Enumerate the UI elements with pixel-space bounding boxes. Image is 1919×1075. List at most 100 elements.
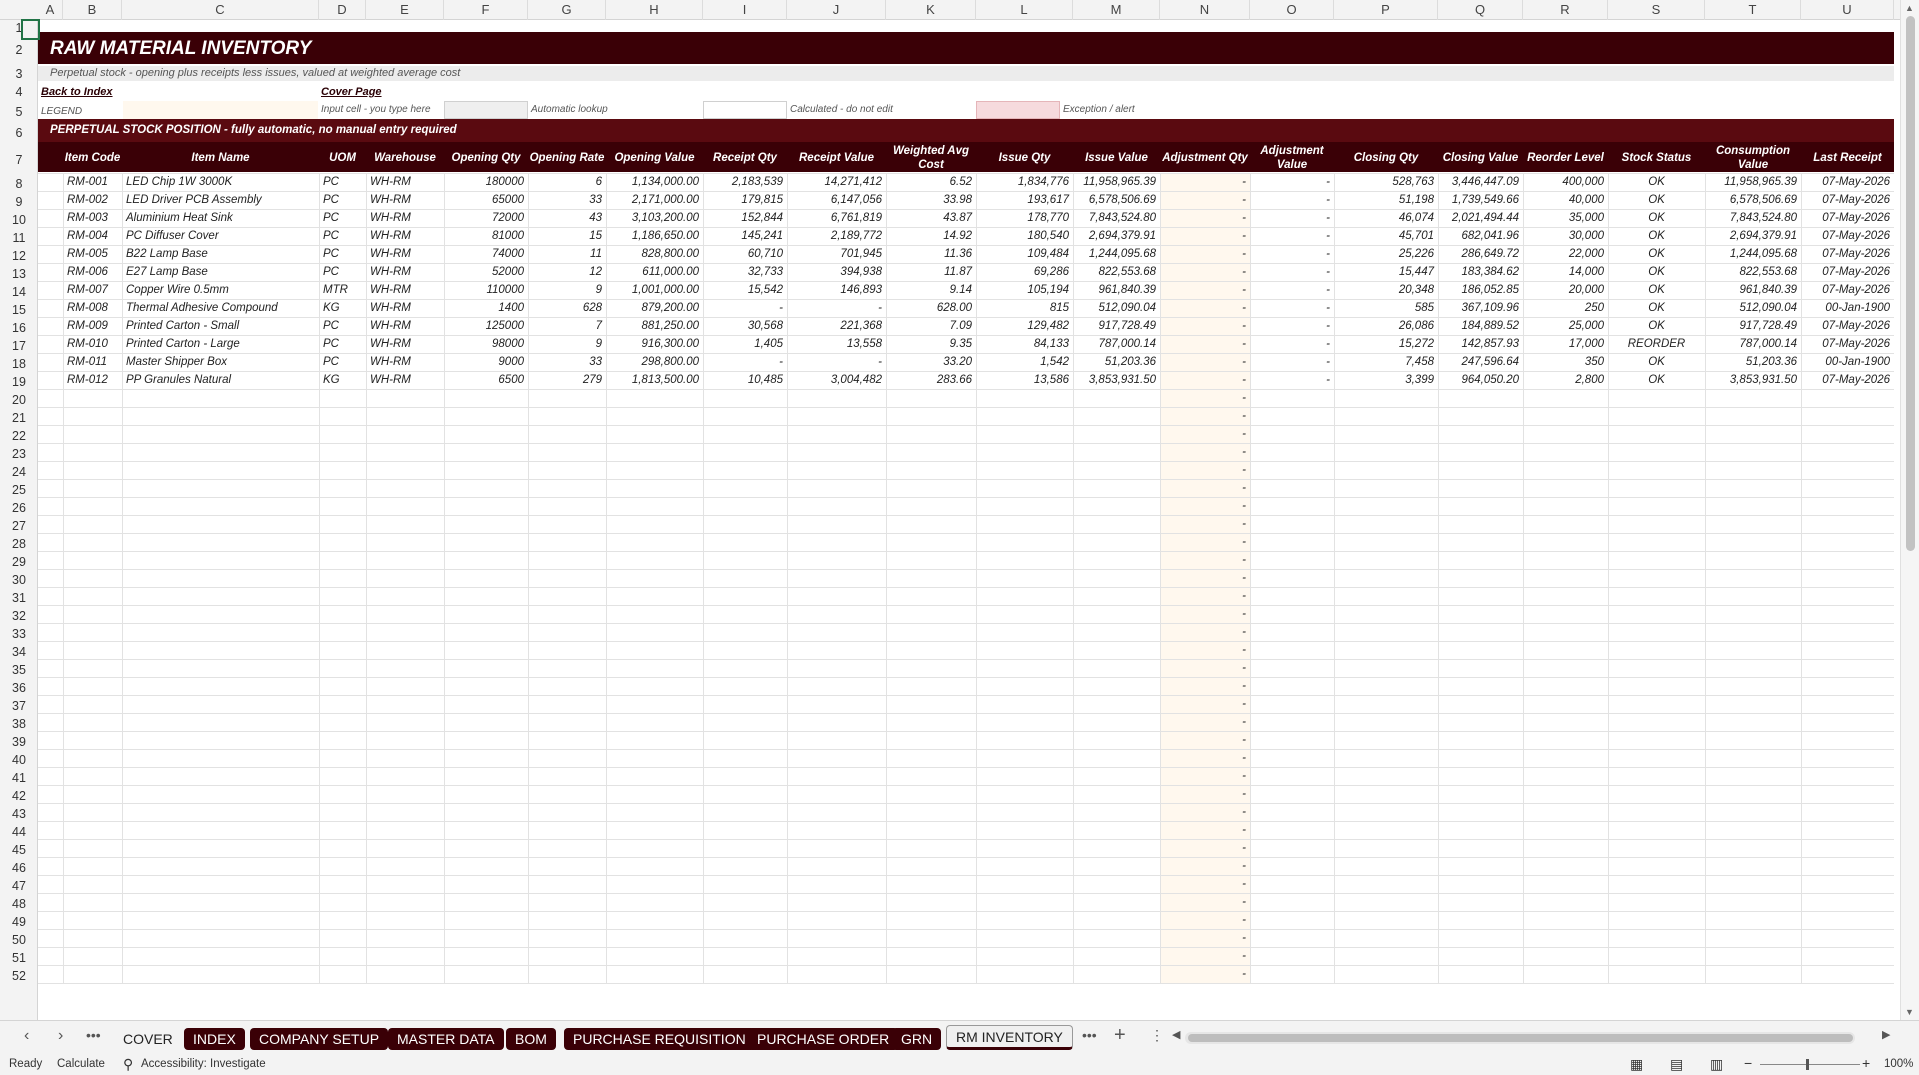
- tab-index[interactable]: INDEX: [184, 1028, 245, 1050]
- table-cell[interactable]: MTR: [319, 281, 366, 299]
- table-cell[interactable]: PC: [319, 263, 366, 281]
- table-cell[interactable]: LED Chip 1W 3000K: [122, 173, 319, 191]
- table-cell[interactable]: WH-RM: [366, 245, 444, 263]
- table-cell[interactable]: -: [1160, 299, 1250, 317]
- table-cell[interactable]: B22 Lamp Base: [122, 245, 319, 263]
- row-header[interactable]: 36: [0, 677, 38, 695]
- column-header-d[interactable]: D: [319, 0, 366, 20]
- table-cell[interactable]: 512,090.04: [1705, 299, 1801, 317]
- table-cell[interactable]: -: [1160, 317, 1250, 335]
- table-cell[interactable]: 961,840.39: [1073, 281, 1160, 299]
- table-cell[interactable]: -: [1250, 227, 1334, 245]
- table-cell[interactable]: WH-RM: [366, 227, 444, 245]
- row-header[interactable]: 6: [0, 120, 38, 143]
- next-sheet-icon[interactable]: ›: [58, 1027, 63, 1045]
- row-header[interactable]: 15: [0, 299, 38, 317]
- table-cell[interactable]: PC: [319, 317, 366, 335]
- table-cell[interactable]: Printed Carton - Small: [122, 317, 319, 335]
- table-cell[interactable]: WH-RM: [366, 209, 444, 227]
- horizontal-scrollbar[interactable]: [1185, 1032, 1855, 1044]
- table-cell[interactable]: OK: [1608, 263, 1705, 281]
- table-cell[interactable]: 51,203.36: [1073, 353, 1160, 371]
- table-header[interactable]: Issue Qty: [976, 143, 1073, 173]
- scroll-left-icon[interactable]: ◀: [1172, 1028, 1180, 1041]
- table-cell[interactable]: 822,553.68: [1073, 263, 1160, 281]
- status-accessibility[interactable]: Accessibility: Investigate: [141, 1058, 266, 1070]
- row-header[interactable]: 9: [0, 191, 38, 209]
- table-cell[interactable]: 07-May-2026: [1801, 209, 1894, 227]
- adjustment-empty-cell[interactable]: -: [1160, 749, 1250, 767]
- table-cell[interactable]: -: [1250, 299, 1334, 317]
- table-cell[interactable]: 6,761,819: [787, 209, 886, 227]
- table-cell[interactable]: 30,568: [703, 317, 787, 335]
- table-cell[interactable]: 2,183,539: [703, 173, 787, 191]
- page-layout-icon[interactable]: ▤: [1670, 1056, 1683, 1073]
- table-cell[interactable]: 105,194: [976, 281, 1073, 299]
- tab-purchase-requisition[interactable]: PURCHASE REQUISITION: [564, 1028, 755, 1050]
- row-header[interactable]: 34: [0, 641, 38, 659]
- accessibility-icon[interactable]: ⚲: [123, 1056, 133, 1073]
- table-cell[interactable]: 20,348: [1334, 281, 1438, 299]
- table-cell[interactable]: 51,198: [1334, 191, 1438, 209]
- table-cell[interactable]: -: [787, 299, 886, 317]
- table-cell[interactable]: 51,203.36: [1705, 353, 1801, 371]
- table-cell[interactable]: 1,134,000.00: [606, 173, 703, 191]
- table-cell[interactable]: 07-May-2026: [1801, 173, 1894, 191]
- row-header[interactable]: 25: [0, 479, 38, 497]
- table-cell[interactable]: 1,001,000.00: [606, 281, 703, 299]
- table-cell[interactable]: 11: [528, 245, 606, 263]
- table-cell[interactable]: 15,447: [1334, 263, 1438, 281]
- table-cell[interactable]: WH-RM: [366, 263, 444, 281]
- adjustment-empty-cell[interactable]: -: [1160, 569, 1250, 587]
- table-cell[interactable]: 07-May-2026: [1801, 245, 1894, 263]
- table-cell[interactable]: 178,770: [976, 209, 1073, 227]
- table-header[interactable]: Item Code: [63, 143, 122, 173]
- table-cell[interactable]: OK: [1608, 173, 1705, 191]
- more-tabs-icon[interactable]: •••: [1082, 1027, 1097, 1043]
- adjustment-empty-cell[interactable]: -: [1160, 641, 1250, 659]
- table-cell[interactable]: 110000: [444, 281, 528, 299]
- column-header-n[interactable]: N: [1160, 0, 1250, 20]
- table-cell[interactable]: 628.00: [886, 299, 976, 317]
- table-header[interactable]: Item Name: [122, 143, 319, 173]
- table-cell[interactable]: 98000: [444, 335, 528, 353]
- column-header-s[interactable]: S: [1608, 0, 1705, 20]
- table-cell[interactable]: 69,286: [976, 263, 1073, 281]
- row-header[interactable]: 44: [0, 821, 38, 839]
- table-cell[interactable]: 221,368: [787, 317, 886, 335]
- table-cell[interactable]: 350: [1523, 353, 1608, 371]
- table-cell[interactable]: 84,133: [976, 335, 1073, 353]
- table-cell[interactable]: RM-012: [63, 371, 122, 389]
- table-cell[interactable]: 146,893: [787, 281, 886, 299]
- table-header[interactable]: Receipt Value: [787, 143, 886, 173]
- table-header[interactable]: Consumption Value: [1705, 143, 1801, 173]
- table-cell[interactable]: RM-010: [63, 335, 122, 353]
- row-header[interactable]: 20: [0, 389, 38, 407]
- add-sheet-icon[interactable]: +: [1114, 1024, 1126, 1047]
- table-cell[interactable]: 7,843,524.80: [1705, 209, 1801, 227]
- table-cell[interactable]: 400,000: [1523, 173, 1608, 191]
- scroll-up-icon[interactable]: ▲: [1905, 3, 1914, 13]
- table-cell[interactable]: 15,272: [1334, 335, 1438, 353]
- row-header[interactable]: 12: [0, 245, 38, 263]
- table-cell[interactable]: OK: [1608, 317, 1705, 335]
- table-cell[interactable]: 25,000: [1523, 317, 1608, 335]
- row-header[interactable]: 48: [0, 893, 38, 911]
- table-cell[interactable]: 32,733: [703, 263, 787, 281]
- adjustment-empty-cell[interactable]: -: [1160, 947, 1250, 965]
- table-cell[interactable]: WH-RM: [366, 173, 444, 191]
- adjustment-empty-cell[interactable]: -: [1160, 713, 1250, 731]
- column-header-m[interactable]: M: [1073, 0, 1160, 20]
- row-header[interactable]: 18: [0, 353, 38, 371]
- table-cell[interactable]: RM-002: [63, 191, 122, 209]
- adjustment-empty-cell[interactable]: -: [1160, 767, 1250, 785]
- table-cell[interactable]: RM-003: [63, 209, 122, 227]
- row-header[interactable]: 29: [0, 551, 38, 569]
- table-cell[interactable]: RM-005: [63, 245, 122, 263]
- table-cell[interactable]: -: [1160, 371, 1250, 389]
- table-cell[interactable]: 1,739,549.66: [1438, 191, 1523, 209]
- tab-options-icon[interactable]: ⋮: [1150, 1027, 1164, 1044]
- table-cell[interactable]: PC: [319, 335, 366, 353]
- table-cell[interactable]: 22,000: [1523, 245, 1608, 263]
- row-header[interactable]: 41: [0, 767, 38, 785]
